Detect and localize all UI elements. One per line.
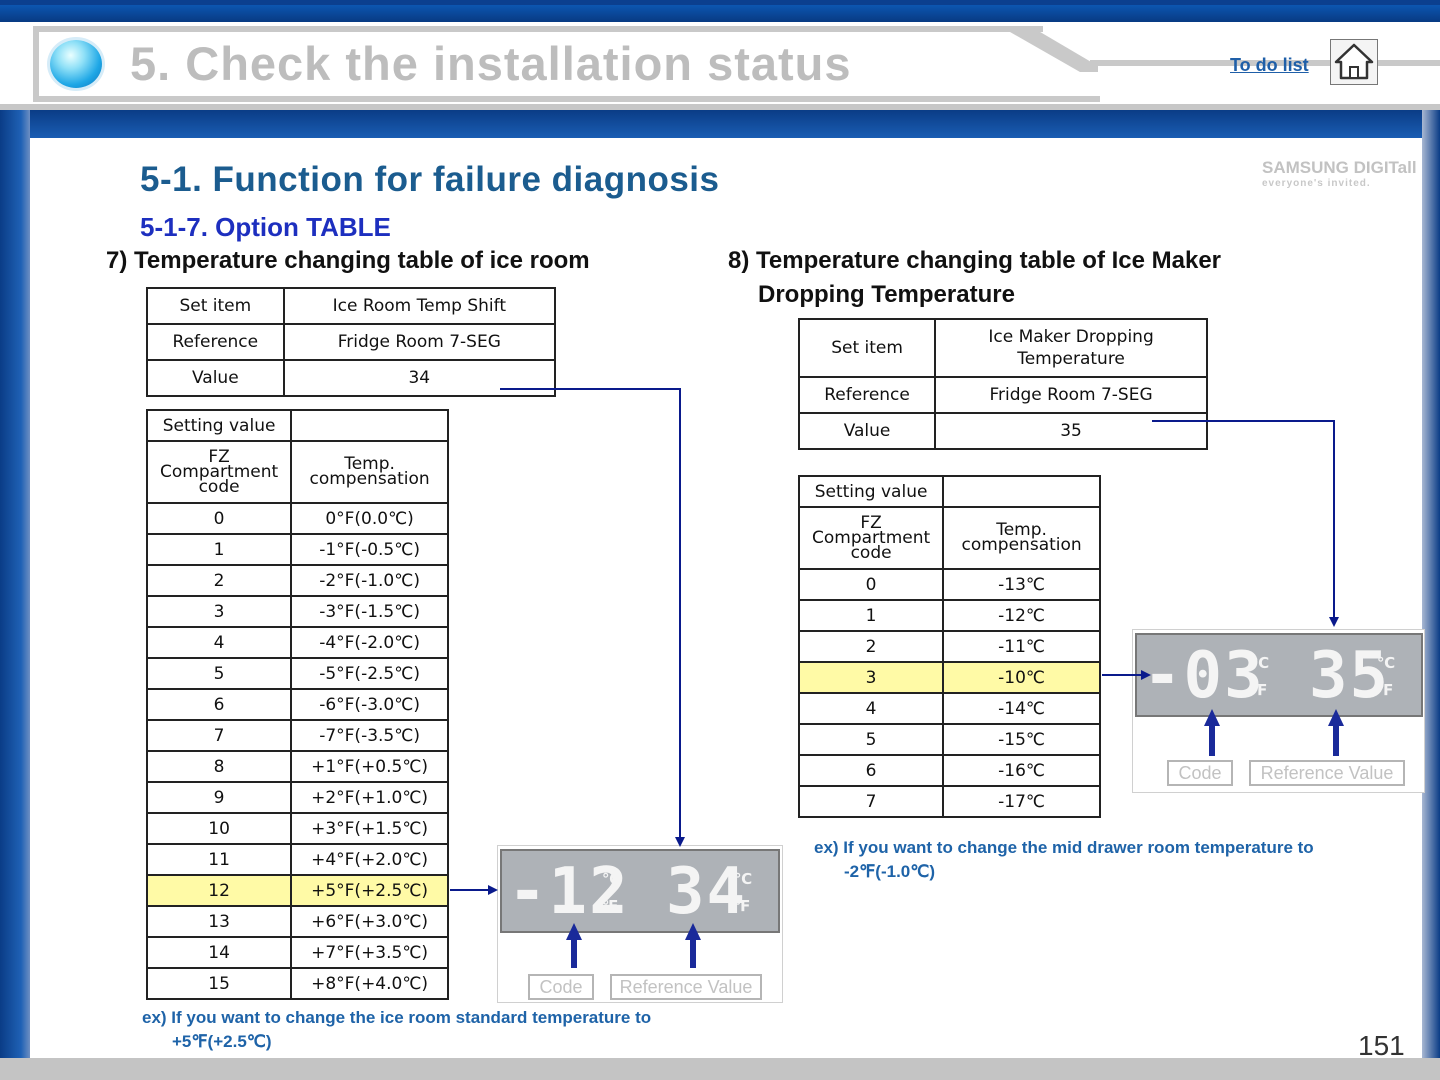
left-value-up-arrow (685, 923, 701, 968)
left-code-up-arrow (566, 923, 582, 968)
arrow-overlay (450, 388, 1344, 968)
right-value-arrow (1152, 420, 1339, 627)
left-value-arrow (500, 388, 685, 847)
right-code-up-arrow (1204, 709, 1220, 756)
right-value-up-arrow (1328, 709, 1344, 756)
